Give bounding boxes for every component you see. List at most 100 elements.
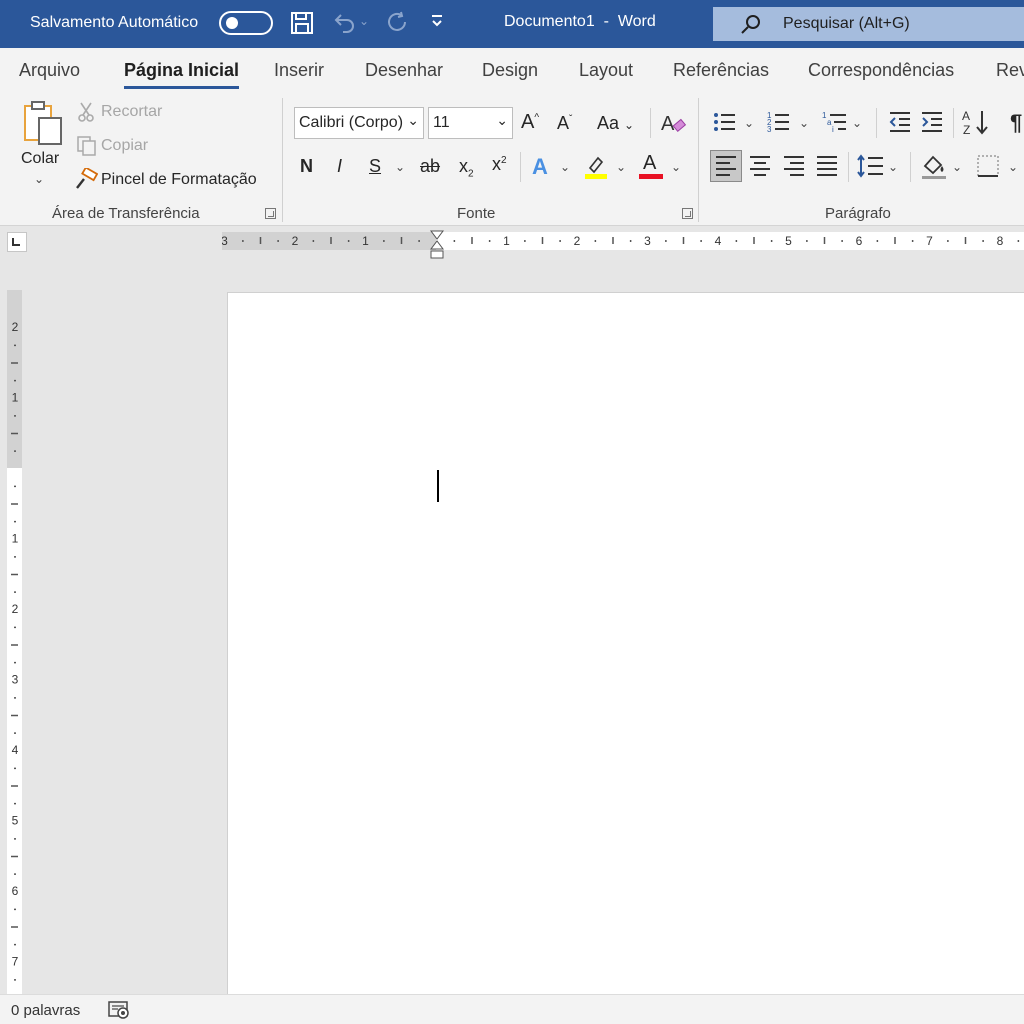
proofing-icon[interactable]	[108, 1000, 130, 1024]
align-right-icon[interactable]	[782, 154, 806, 183]
cut-label[interactable]: Recortar	[101, 103, 162, 121]
svg-text:Z: Z	[963, 123, 970, 136]
bullets-dropdown-icon[interactable]: ⌄	[744, 116, 754, 130]
line-spacing-dropdown-icon[interactable]: ⌄	[888, 160, 898, 174]
separator	[650, 108, 651, 138]
shrink-font-button[interactable]: Aˇ	[557, 113, 572, 134]
highlight-dropdown-icon[interactable]: ⌄	[616, 160, 626, 174]
tab-inserir[interactable]: Inserir	[274, 60, 324, 81]
ruler-tick	[594, 240, 597, 242]
ruler-tick	[14, 556, 16, 558]
text-effects-button[interactable]: A	[532, 154, 548, 180]
ruler-tick	[1017, 240, 1020, 242]
ruler-tick	[14, 767, 16, 770]
tab-pagina-inicial[interactable]: Página Inicial	[124, 60, 240, 89]
increase-indent-icon[interactable]	[920, 110, 944, 139]
text-effects-dropdown-icon[interactable]: ⌄	[560, 160, 570, 174]
copy-icon	[76, 135, 98, 162]
highlight-icon[interactable]	[584, 154, 608, 185]
text-cursor	[437, 470, 439, 502]
ruler-tick	[400, 237, 403, 244]
ruler-tick	[541, 237, 544, 244]
decrease-indent-icon[interactable]	[888, 110, 912, 139]
font-size-combo[interactable]: 11 ⌄	[428, 107, 513, 139]
ruler-tick	[418, 240, 420, 242]
justify-icon[interactable]	[815, 154, 839, 183]
ruler-tick	[947, 240, 949, 242]
font-launcher-icon[interactable]	[682, 208, 693, 219]
paste-icon[interactable]	[23, 100, 65, 151]
bullets-icon[interactable]	[713, 110, 737, 139]
align-center-icon[interactable]	[748, 154, 772, 183]
font-name-combo[interactable]: Calibri (Corpo) ⌄	[294, 107, 424, 139]
ruler-label: 2	[292, 234, 299, 248]
vertical-ruler[interactable]: 2 1 1 2 3 4 5 6 7	[7, 290, 22, 994]
autosave-toggle[interactable]	[219, 11, 273, 35]
numbering-icon[interactable]: 123	[767, 110, 791, 139]
ruler-tick	[11, 573, 18, 576]
paste-dropdown-icon[interactable]: ⌄	[34, 172, 44, 186]
ruler-tick	[753, 237, 755, 244]
undo-icon[interactable]	[331, 10, 357, 36]
underline-dropdown-icon[interactable]: ⌄	[395, 160, 405, 174]
sort-icon[interactable]: AZ	[962, 108, 990, 141]
svg-text:i: i	[832, 125, 834, 134]
bold-button[interactable]: N	[300, 156, 313, 177]
multilevel-dropdown-icon[interactable]: ⌄	[852, 116, 862, 130]
numbering-dropdown-icon[interactable]: ⌄	[799, 116, 809, 130]
tab-layout[interactable]: Layout	[579, 60, 633, 81]
ruler-tick	[823, 237, 826, 244]
redo-icon[interactable]	[385, 10, 411, 36]
show-formatting-icon[interactable]: ¶	[1010, 110, 1022, 136]
superscript-button[interactable]: x2	[492, 154, 507, 175]
line-spacing-icon[interactable]	[857, 154, 885, 183]
ruler-tick	[488, 240, 491, 242]
italic-button[interactable]: I	[337, 156, 342, 177]
separator	[282, 98, 283, 222]
format-painter-label[interactable]: Pincel de Formatação	[101, 171, 257, 189]
shading-icon[interactable]	[920, 152, 948, 185]
ruler-tick	[14, 838, 16, 840]
change-case-icon: Aa	[597, 113, 620, 133]
borders-dropdown-icon[interactable]: ⌄	[1008, 160, 1018, 174]
align-left-icon[interactable]	[714, 154, 738, 183]
grow-font-button[interactable]: A^	[521, 111, 539, 134]
multilevel-list-icon[interactable]: 1ai	[822, 110, 848, 139]
tab-arquivo[interactable]: Arquivo	[19, 60, 80, 81]
cut-icon	[78, 101, 94, 128]
tab-selector[interactable]	[7, 232, 27, 252]
subscript-button[interactable]: x2	[459, 156, 474, 180]
clear-formatting-icon[interactable]: A	[660, 110, 687, 141]
ruler-tick	[14, 661, 16, 664]
customize-toolbar-icon[interactable]	[430, 12, 456, 38]
ruler-tick	[11, 644, 18, 646]
tab-revisao[interactable]: Rev	[996, 60, 1024, 81]
copy-label[interactable]: Copiar	[101, 137, 148, 155]
ruler-tick	[14, 344, 16, 347]
borders-icon[interactable]	[976, 154, 1002, 183]
tab-desenhar[interactable]: Desenhar	[365, 60, 443, 81]
horizontal-ruler[interactable]: 3 2 1 1 2 3 4 5 6 7 8	[222, 232, 1024, 250]
status-bar: 0 palavras	[0, 994, 1024, 1024]
document-page[interactable]	[227, 292, 1024, 994]
indent-marker-icon[interactable]	[430, 230, 444, 265]
shading-dropdown-icon[interactable]: ⌄	[952, 160, 962, 174]
paste-label[interactable]: Colar	[21, 150, 59, 168]
title-bar: Salvamento Automático ⌄ Documento1 - Wor…	[0, 0, 1024, 48]
tab-design[interactable]: Design	[482, 60, 538, 81]
ruler-tick	[700, 240, 702, 242]
ruler-label: 1	[362, 234, 369, 248]
font-name-value: Calibri (Corpo)	[299, 114, 404, 131]
save-icon[interactable]	[289, 10, 315, 36]
search-box[interactable]: Pesquisar (Alt+G)	[713, 7, 1024, 41]
word-count[interactable]: 0 palavras	[11, 1002, 80, 1019]
change-case-button[interactable]: Aa ⌄	[597, 113, 634, 134]
clipboard-launcher-icon[interactable]	[265, 208, 276, 219]
underline-button[interactable]: S	[369, 156, 381, 177]
tab-correspondencias[interactable]: Correspondências	[808, 60, 954, 81]
ruler-tick	[259, 237, 262, 244]
font-color-dropdown-icon[interactable]: ⌄	[671, 160, 681, 174]
strikethrough-button[interactable]: ab	[420, 156, 440, 177]
undo-dropdown-icon[interactable]: ⌄	[359, 14, 385, 40]
tab-referencias[interactable]: Referências	[673, 60, 769, 81]
